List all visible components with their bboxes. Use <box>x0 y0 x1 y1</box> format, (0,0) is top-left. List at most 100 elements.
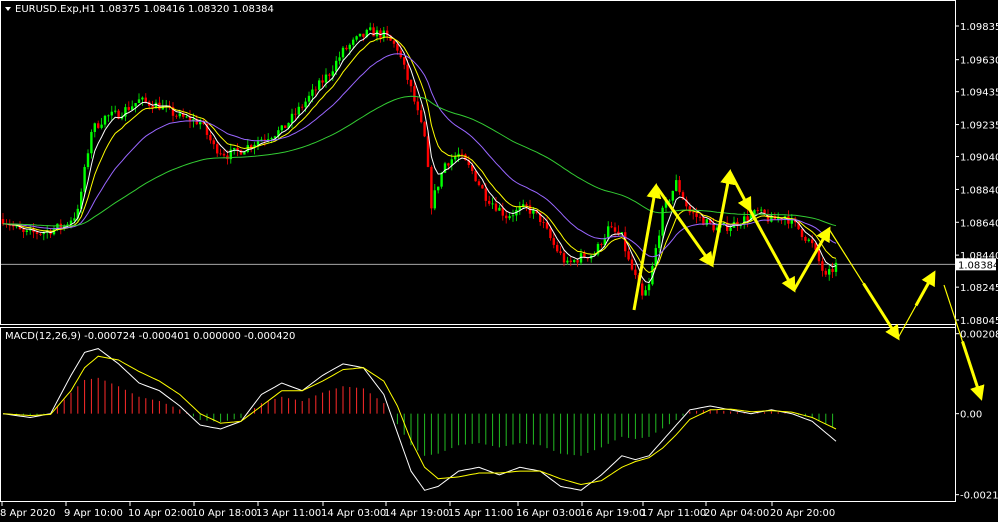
candle-body <box>610 226 613 228</box>
candle-body <box>352 39 355 45</box>
candle-body <box>804 236 807 241</box>
candle-body <box>90 131 93 154</box>
candle-body <box>542 221 545 223</box>
candle-body <box>290 113 294 123</box>
candle-body <box>219 153 222 155</box>
candle-body <box>369 27 372 30</box>
candle-body <box>297 106 300 115</box>
price-tick-label: 1.08245 <box>960 283 998 294</box>
price-tick-label: 1.08045 <box>960 316 998 327</box>
candle-body <box>355 36 358 40</box>
candle-body <box>345 47 348 50</box>
candle-body <box>692 212 695 214</box>
candle-body <box>559 251 562 254</box>
candle-body <box>566 260 569 263</box>
candle-body <box>110 111 113 116</box>
candle-body <box>199 122 202 125</box>
candle-body <box>39 233 42 235</box>
candle-body <box>658 235 661 249</box>
candle-body <box>409 79 413 87</box>
candle-body <box>406 64 409 80</box>
candle-body <box>216 144 219 154</box>
candle-body <box>474 170 477 182</box>
candle-body <box>430 166 433 209</box>
candle-body <box>831 269 834 272</box>
candle-body <box>100 124 103 128</box>
price-tick-label: 1.08640 <box>960 218 998 229</box>
candle-body <box>562 253 566 263</box>
candle-body <box>644 290 647 296</box>
candle-body <box>86 153 90 168</box>
candle-body <box>222 153 226 156</box>
candle-body <box>256 141 260 145</box>
candle-body <box>807 239 810 241</box>
symbol-header: EURUSD.Exp,H1 1.08375 1.08416 1.08320 1.… <box>15 4 274 15</box>
candle-body <box>1 218 5 224</box>
candle-body <box>647 284 651 291</box>
candle-body <box>137 99 141 104</box>
candle-body <box>423 122 426 137</box>
candle-body <box>800 229 804 237</box>
candle-body <box>484 188 487 201</box>
candle-body <box>318 80 321 90</box>
candle-body <box>460 153 464 155</box>
candle-body <box>420 110 423 123</box>
candle-body <box>511 215 515 217</box>
symbol-menu-icon[interactable] <box>5 7 11 11</box>
candle-body <box>103 115 107 125</box>
candle-body <box>811 239 814 244</box>
price-tick-label: 1.08840 <box>960 185 998 196</box>
candle-body <box>698 216 702 218</box>
candle-body <box>688 206 691 213</box>
macd-series <box>2 348 837 491</box>
candle-body <box>178 113 181 117</box>
candle-body <box>331 71 334 76</box>
candle-body <box>307 95 311 102</box>
candle-body <box>144 97 147 102</box>
time-tick-label: 10 Apr 18:00 <box>192 508 257 519</box>
candle-body <box>525 204 528 206</box>
candle-body <box>335 60 338 72</box>
price-tick-label: 1.09235 <box>960 121 998 132</box>
price-axis: 1.09835 1.09630 1.09435 1.09235 1.09040 1.088… <box>1 22 998 327</box>
candle-body <box>141 97 144 100</box>
time-tick-label: 17 Apr 11:00 <box>641 508 706 519</box>
candle-body <box>294 113 297 115</box>
candle-body <box>372 27 375 37</box>
candle-body <box>627 251 630 260</box>
candle-body <box>127 107 130 110</box>
candle-body <box>573 260 576 262</box>
candle-body <box>185 116 188 118</box>
macd-axis: 0.002088 0.00 -0.002115 <box>955 330 998 502</box>
candle-body <box>518 207 521 210</box>
candle-body <box>481 185 484 189</box>
time-tick-label: 14 Apr 03:00 <box>321 508 386 519</box>
macd-header: MACD(12,26,9) -0.000724 -0.000401 0.0000… <box>5 331 295 342</box>
candle-body <box>678 180 681 193</box>
moving-average-line <box>2 32 837 284</box>
moving-average-line <box>3 53 837 258</box>
forecast-arrow-head <box>914 270 936 307</box>
candle-body <box>821 261 824 271</box>
candle-body <box>280 125 283 131</box>
candle-body <box>454 156 457 160</box>
candle-body <box>477 181 481 186</box>
candle-body <box>494 203 498 211</box>
candle-body <box>311 89 314 96</box>
candle-body <box>824 270 827 275</box>
candle-body <box>675 180 678 191</box>
candle-body <box>641 283 644 296</box>
candle-body <box>576 260 579 263</box>
macd-tick-label: 0.00 <box>960 410 982 421</box>
candle-body <box>695 213 698 217</box>
candle-body <box>324 74 328 83</box>
moving-average-line <box>3 95 837 227</box>
candle-body <box>209 134 212 141</box>
candle-body <box>569 260 572 262</box>
candle-body <box>549 228 552 239</box>
forecast-arrow-head <box>961 341 985 401</box>
candle-body <box>358 33 362 37</box>
macd-signal-line <box>2 355 837 486</box>
candle-body <box>66 224 69 226</box>
forecast-arrow-head <box>862 282 900 341</box>
